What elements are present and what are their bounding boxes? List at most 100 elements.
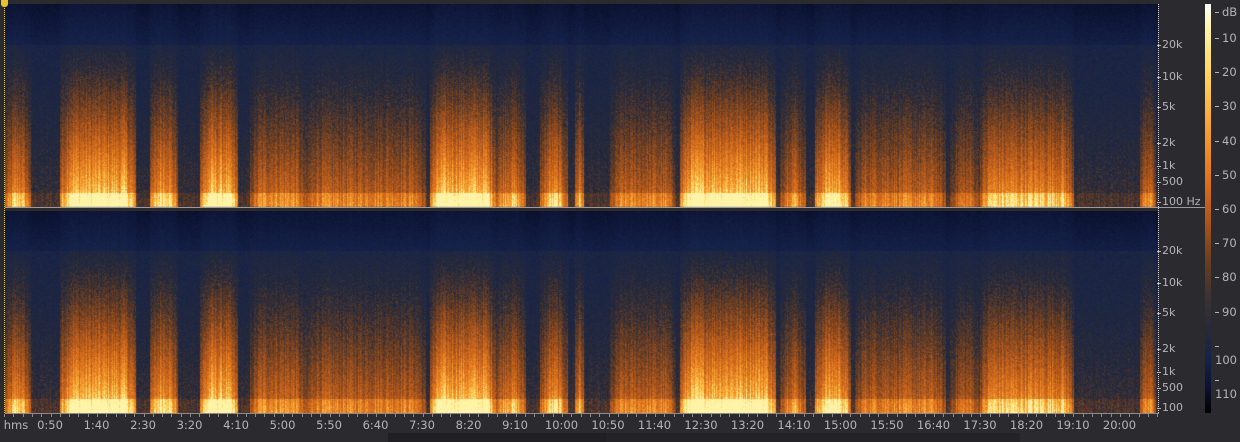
time-tick [609,414,610,417]
time-tick [906,414,907,417]
time-tick [674,414,675,417]
time-tick [1018,414,1019,417]
time-label: 17:30 [963,418,997,432]
time-tick [627,414,628,417]
time-tick [106,414,107,417]
time-ruler-line [5,413,1159,414]
time-tick [757,414,758,417]
time-tick [41,414,42,417]
frequency-label: 10k [1157,70,1182,83]
time-tick [860,414,861,417]
time-tick [330,414,331,417]
db-label: 20 [1215,65,1237,79]
time-tick [599,414,600,417]
time-label: 15:50 [870,418,904,432]
time-tick [543,414,544,417]
time-tick [767,414,768,417]
time-label: 10:50 [591,418,625,432]
time-label: 8:20 [455,418,482,432]
frequency-label: 20k [1157,244,1182,257]
time-tick [88,414,89,417]
time-tick [116,414,117,417]
time-tick [134,414,135,417]
time-tick [516,414,517,417]
time-tick [683,414,684,417]
time-label: 15:00 [823,418,858,432]
time-tick [1101,414,1102,417]
time-tick [246,414,247,417]
bottom-panel-tab[interactable] [606,433,1020,442]
frequency-label: 1k [1157,365,1175,378]
time-tick [497,414,498,417]
time-tick [432,414,433,417]
time-tick [980,414,981,417]
time-tick [915,414,916,417]
db-label: 70 [1215,236,1237,250]
time-tick [311,414,312,417]
time-tick [274,414,275,417]
time-tick [376,414,377,417]
time-tick [692,414,693,417]
time-tick [953,414,954,417]
playhead-handle[interactable] [1,0,8,7]
time-tick [720,414,721,417]
frequency-label: 10k [1157,276,1182,289]
time-label: 7:30 [409,418,435,432]
time-tick [181,414,182,417]
time-tick [404,414,405,417]
time-tick [925,414,926,417]
time-tick [943,414,944,417]
time-unit-label: hms [3,418,29,432]
time-tick [1148,414,1149,417]
time-tick [869,414,870,417]
time-tick [748,414,749,417]
db-label: 30 [1215,99,1237,113]
frequency-label: 20k [1157,38,1182,51]
time-label: 3:20 [176,418,203,432]
time-tick [469,414,470,417]
bottom-panel-tab[interactable] [388,433,606,442]
time-tick [850,414,851,417]
time-tick [1036,414,1037,417]
time-tick [534,414,535,417]
time-tick [804,414,805,417]
time-tick [302,414,303,417]
time-tick [78,414,79,417]
time-tick [450,414,451,417]
time-tick [785,414,786,417]
frequency-label: 500 [1157,381,1183,394]
time-label: 5:00 [269,418,296,432]
frequency-label: 500 [1157,175,1183,188]
time-tick [636,414,637,417]
time-tick [144,414,145,417]
db-label: 60 [1215,202,1237,216]
time-tick [1046,414,1047,417]
time-tick [51,414,52,417]
time-tick [255,414,256,417]
time-label: 9:10 [502,418,528,432]
time-label: 16:40 [916,418,951,432]
frequency-label: 2k [1157,136,1175,149]
time-tick [841,414,842,417]
frequency-label: 100 Hz [1157,195,1201,208]
time-tick [1027,414,1028,417]
frequency-label: 5k [1157,100,1175,113]
time-tick [218,414,219,417]
time-tick [1008,414,1009,417]
time-tick [348,414,349,417]
time-tick [367,414,368,417]
time-tick [441,414,442,417]
time-tick [794,414,795,417]
time-tick [32,414,33,417]
frequency-label: 5k [1157,306,1175,319]
time-tick [962,414,963,417]
time-tick [655,414,656,417]
time-tick [488,414,489,417]
frequency-label: 100 [1157,401,1183,414]
time-tick [1129,414,1130,417]
time-tick [878,414,879,417]
time-tick [264,414,265,417]
time-tick [227,414,228,417]
time-tick [999,414,1000,417]
time-label: 5:50 [316,418,342,432]
